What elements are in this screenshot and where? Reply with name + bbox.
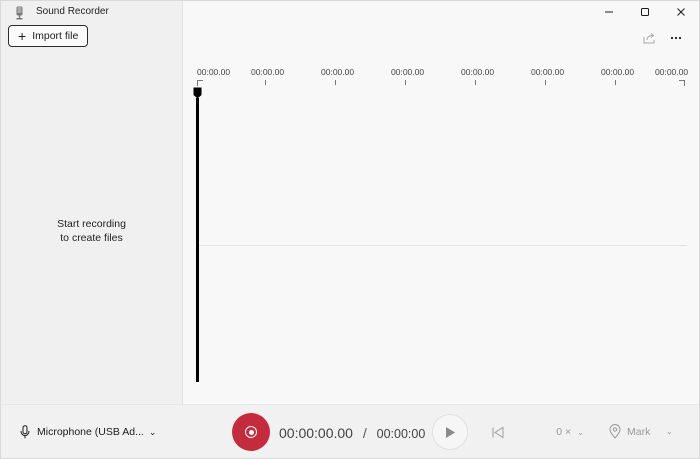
timeline-tick [335, 80, 336, 85]
app-title: Sound Recorder [36, 6, 109, 17]
timeline-tick-label: 00:00.00 [321, 67, 355, 77]
recording-area: 00:00.00 00:00.00 00:00.00 00:00.00 00:0… [183, 1, 699, 404]
timeline-tick [615, 80, 616, 85]
playback-speed-label: 0 × [556, 426, 572, 438]
mark-options-chevron-icon[interactable]: ⌄ [666, 427, 673, 436]
chevron-down-icon: ⌄ [148, 426, 157, 437]
playback-speed-selector[interactable]: 0 × ⌄ [546, 419, 594, 445]
share-icon [643, 33, 654, 44]
timeline-tick-label: 00:00.00 [655, 67, 689, 77]
close-button[interactable] [663, 1, 699, 23]
empty-state-message: Start recording to create files [1, 217, 182, 245]
time-display: 00:00:00.00 / 00:00:00 [279, 425, 425, 441]
sidebar: Sound Recorder + Import file Start recor… [1, 1, 183, 404]
timeline-tick-label: 00:00.00 [197, 67, 231, 77]
microphone-selector[interactable]: Microphone (USB Ad... ⌄ [20, 425, 156, 439]
timeline-tick [545, 80, 546, 85]
timeline-tick [405, 80, 406, 85]
mark-label: Mark [627, 425, 651, 438]
timeline-tick-label: 00:00.00 [461, 67, 495, 77]
time-separator: / [362, 425, 367, 441]
timeline-ruler: 00:00.00 00:00.00 00:00.00 00:00.00 00:0… [183, 67, 699, 87]
play-button[interactable] [432, 414, 468, 450]
skip-back-icon[interactable] [491, 426, 505, 439]
timeline-tick-label: 00:00.00 [251, 67, 285, 77]
plus-icon: + [18, 28, 27, 44]
import-file-label: Import file [32, 30, 79, 42]
maximize-icon [641, 8, 649, 16]
microphone-app-icon [16, 6, 23, 20]
close-icon [677, 8, 685, 16]
app-window: Sound Recorder + Import file Start recor… [0, 0, 700, 459]
record-icon [245, 426, 257, 438]
empty-state-line-2: to create files [60, 232, 123, 244]
microphone-icon [20, 425, 30, 439]
timeline-tick-label: 00:00.00 [601, 67, 635, 77]
empty-state-line-1: Start recording [57, 218, 126, 230]
chevron-down-icon: ⌄ [577, 427, 584, 437]
microphone-label: Microphone (USB Ad... [37, 426, 144, 438]
import-file-button[interactable]: + Import file [8, 25, 88, 47]
timeline-tick [475, 80, 476, 85]
timeline-tick [265, 80, 266, 85]
location-pin-icon [609, 424, 621, 439]
timeline-end-marker [679, 80, 685, 86]
more-options-button[interactable] [668, 31, 684, 45]
elapsed-time: 00:00:00.00 [279, 425, 353, 441]
mark-button[interactable]: Mark [609, 424, 650, 439]
minimize-icon [605, 11, 613, 13]
waveform-baseline [199, 245, 687, 246]
minimize-button[interactable] [591, 1, 627, 23]
timeline-tick-label: 00:00.00 [531, 67, 565, 77]
play-icon [446, 426, 455, 438]
record-button[interactable] [232, 413, 270, 451]
total-time: 00:00:00 [376, 427, 426, 441]
share-button[interactable] [641, 31, 657, 45]
window-controls [591, 1, 699, 25]
playback-bar: Microphone (USB Ad... ⌄ 00:00:00.00 / 00… [1, 404, 699, 458]
timeline-tick-label: 00:00.00 [391, 67, 425, 77]
maximize-button[interactable] [627, 1, 663, 23]
more-icon [670, 36, 682, 40]
playhead-line [196, 98, 199, 382]
timeline-start-marker [197, 80, 203, 86]
